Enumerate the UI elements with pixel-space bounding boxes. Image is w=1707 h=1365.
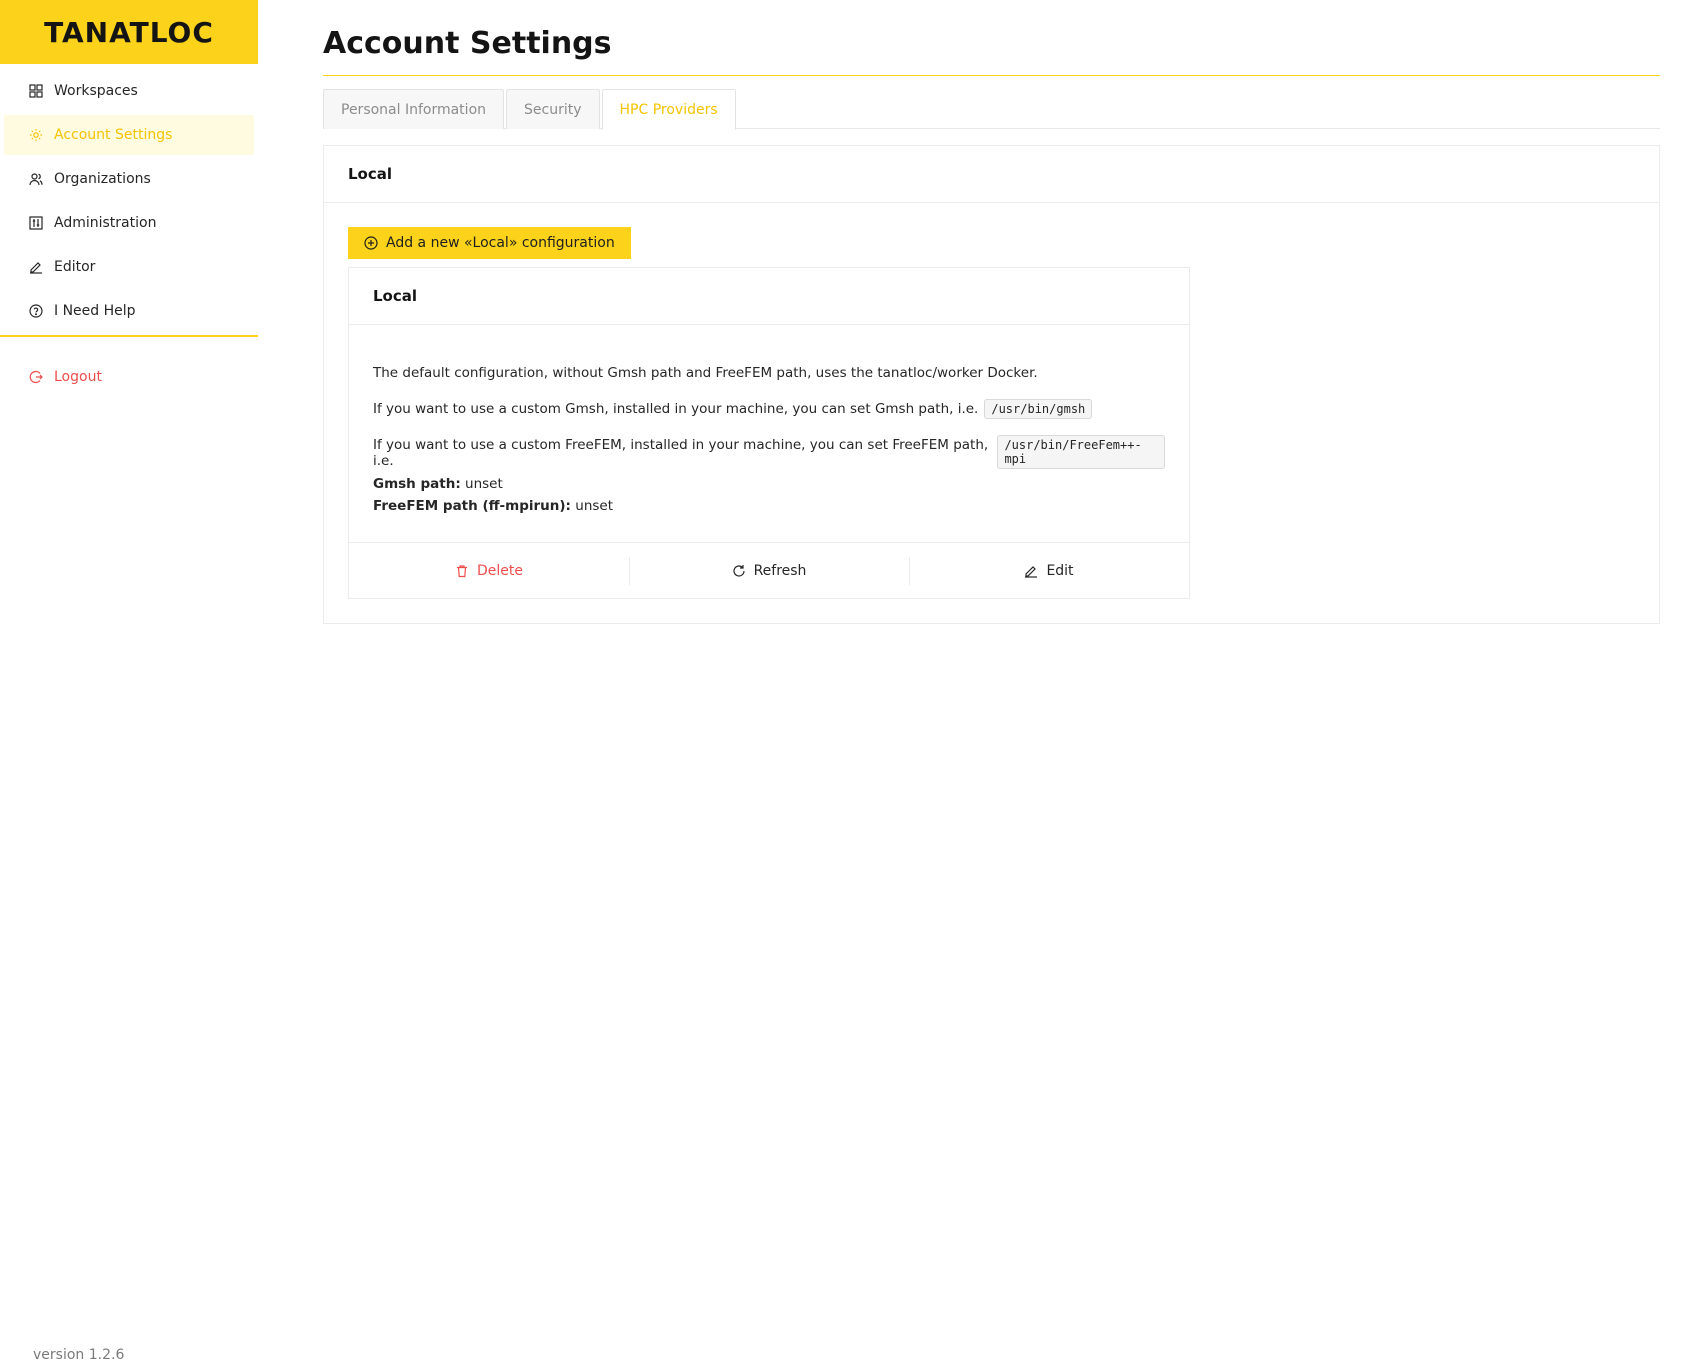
card-actions: Delete Refresh Edit bbox=[349, 542, 1189, 598]
sidebar-item-label: Account Settings bbox=[54, 127, 173, 143]
logo-text: TANATLOC bbox=[44, 15, 214, 49]
refresh-icon bbox=[732, 564, 746, 578]
grid-icon bbox=[28, 83, 44, 99]
version-label: version 1.2.6 bbox=[33, 1347, 125, 1363]
control-panel-icon bbox=[28, 215, 44, 231]
panel-title: Local bbox=[324, 146, 1659, 203]
delete-button[interactable]: Delete bbox=[349, 543, 629, 598]
add-configuration-label: Add a new «Local» configuration bbox=[386, 235, 615, 251]
sidebar-nav: Workspaces Account Settings Organization… bbox=[0, 71, 258, 331]
title-divider bbox=[323, 75, 1660, 76]
sidebar-item-label: I Need Help bbox=[54, 303, 136, 319]
plus-circle-icon bbox=[364, 236, 378, 250]
refresh-label: Refresh bbox=[753, 562, 807, 579]
edit-button[interactable]: Edit bbox=[909, 543, 1189, 598]
card-title: Local bbox=[349, 268, 1189, 325]
gmsh-hint-line: If you want to use a custom Gmsh, instal… bbox=[373, 399, 1165, 437]
logo[interactable]: TANATLOC bbox=[0, 0, 258, 64]
gmsh-path-row: Gmsh path: unset bbox=[373, 473, 1165, 495]
question-icon bbox=[28, 303, 44, 319]
freefem-hint-text: If you want to use a custom FreeFEM, ins… bbox=[373, 437, 989, 469]
settings-tabs: Personal Information Security HPC Provid… bbox=[323, 89, 1660, 130]
gear-icon bbox=[28, 127, 44, 143]
page-title: Account Settings bbox=[323, 26, 612, 61]
gmsh-hint-text: If you want to use a custom Gmsh, instal… bbox=[373, 401, 979, 417]
sidebar-item-help[interactable]: I Need Help bbox=[4, 291, 254, 331]
description-line: The default configuration, without Gmsh … bbox=[373, 365, 1165, 401]
sidebar-item-administration[interactable]: Administration bbox=[4, 203, 254, 243]
trash-icon bbox=[455, 564, 469, 578]
add-configuration-button[interactable]: Add a new «Local» configuration bbox=[348, 227, 631, 259]
hpc-provider-panel: Local Add a new «Local» configuration Lo… bbox=[323, 145, 1660, 624]
freefem-path-row: FreeFEM path (ff-mpirun): unset bbox=[373, 495, 1165, 517]
freefem-path-label: FreeFEM path (ff-mpirun): bbox=[373, 498, 571, 514]
edit-icon bbox=[1024, 564, 1038, 578]
gmsh-path-label: Gmsh path: bbox=[373, 476, 461, 492]
sidebar-item-label: Editor bbox=[54, 259, 96, 275]
tab-personal-information[interactable]: Personal Information bbox=[323, 89, 505, 129]
description-text: The default configuration, without Gmsh … bbox=[373, 365, 1038, 381]
sidebar-item-workspaces[interactable]: Workspaces bbox=[4, 71, 254, 111]
edit-label: Edit bbox=[1046, 562, 1074, 579]
sidebar-item-label: Workspaces bbox=[54, 83, 138, 99]
freefem-path-example: /usr/bin/FreeFem++-mpi bbox=[997, 435, 1165, 469]
sidebar-item-account-settings[interactable]: Account Settings bbox=[4, 115, 254, 155]
sidebar-item-label: Administration bbox=[54, 215, 157, 231]
sidebar-divider bbox=[0, 335, 258, 337]
pencil-icon bbox=[28, 259, 44, 275]
gmsh-path-value: unset bbox=[465, 476, 503, 492]
sidebar-item-editor[interactable]: Editor bbox=[4, 247, 254, 287]
logout-button[interactable]: Logout bbox=[4, 357, 254, 397]
logout-label: Logout bbox=[54, 369, 102, 385]
tab-security[interactable]: Security bbox=[506, 89, 600, 129]
refresh-button[interactable]: Refresh bbox=[629, 543, 909, 598]
users-icon bbox=[28, 171, 44, 187]
delete-label: Delete bbox=[477, 562, 523, 579]
freefem-path-value: unset bbox=[575, 498, 614, 514]
card-body: The default configuration, without Gmsh … bbox=[349, 325, 1189, 517]
freefem-hint-line: If you want to use a custom FreeFEM, ins… bbox=[373, 435, 1165, 473]
sidebar: TANATLOC Workspaces Account Settings Org… bbox=[0, 0, 258, 1365]
tab-hpc-providers[interactable]: HPC Providers bbox=[601, 89, 736, 130]
gmsh-path-example: /usr/bin/gmsh bbox=[984, 399, 1093, 419]
sidebar-item-organizations[interactable]: Organizations bbox=[4, 159, 254, 199]
sidebar-item-label: Organizations bbox=[54, 171, 151, 187]
configuration-card: Local The default configuration, without… bbox=[348, 267, 1190, 599]
logout-icon bbox=[28, 369, 44, 385]
